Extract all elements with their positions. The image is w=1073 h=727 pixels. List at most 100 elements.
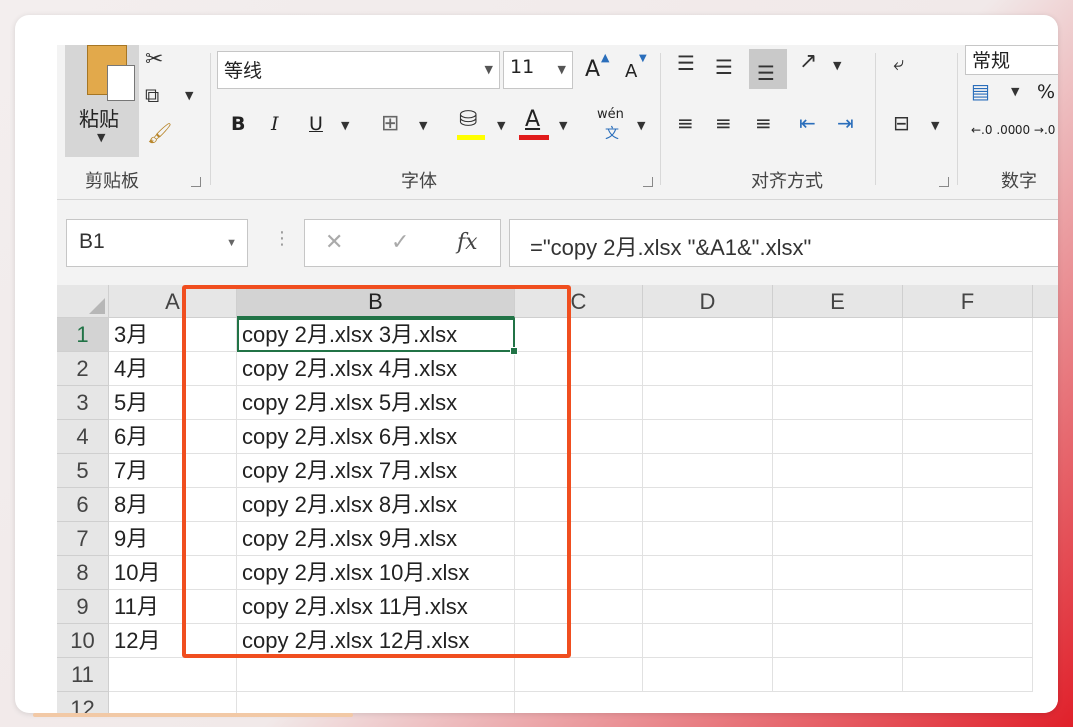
- merge-dropdown-icon[interactable]: ▼: [931, 119, 939, 132]
- align-top-icon[interactable]: ☰: [677, 51, 695, 75]
- cell[interactable]: [903, 556, 1033, 590]
- cell[interactable]: [643, 658, 773, 692]
- cell[interactable]: [515, 420, 643, 454]
- cell[interactable]: [643, 454, 773, 488]
- cell-b1[interactable]: copy 2月.xlsx 3月.xlsx: [237, 318, 515, 352]
- cell[interactable]: [773, 352, 903, 386]
- column-header-e[interactable]: E: [773, 285, 903, 318]
- number-format-combo[interactable]: 常规: [965, 45, 1058, 75]
- orientation-icon[interactable]: ↗: [799, 49, 817, 74]
- cell-a5[interactable]: 7月: [109, 454, 237, 488]
- cell[interactable]: [515, 590, 643, 624]
- italic-button[interactable]: I: [271, 113, 279, 135]
- cell[interactable]: [515, 658, 643, 692]
- cell[interactable]: [515, 556, 643, 590]
- align-right-icon[interactable]: ≡: [755, 111, 772, 135]
- cell[interactable]: [773, 522, 903, 556]
- cell[interactable]: [643, 488, 773, 522]
- row-header[interactable]: 9: [57, 590, 109, 624]
- decrease-decimal-button[interactable]: .00 →.0: [1011, 123, 1055, 137]
- bold-button[interactable]: B: [231, 113, 245, 135]
- font-color-button[interactable]: A: [525, 107, 540, 132]
- row-header[interactable]: 11: [57, 658, 109, 692]
- cell[interactable]: [773, 590, 903, 624]
- cell-b2[interactable]: copy 2月.xlsx 4月.xlsx: [237, 352, 515, 386]
- cell[interactable]: [903, 624, 1033, 658]
- cell[interactable]: [773, 386, 903, 420]
- phonetic-bottom-label[interactable]: 文: [605, 123, 619, 143]
- row-header[interactable]: 4: [57, 420, 109, 454]
- format-painter-icon[interactable]: 🖌: [147, 121, 172, 145]
- cell-a10[interactable]: 12月: [109, 624, 237, 658]
- column-header-b[interactable]: B: [237, 285, 515, 318]
- cell-a9[interactable]: 11月: [109, 590, 237, 624]
- copy-icon[interactable]: ⧉: [145, 83, 159, 107]
- font-name-combo[interactable]: 等线 ▼: [217, 51, 500, 89]
- cell-a12[interactable]: [109, 692, 237, 713]
- cell[interactable]: [903, 352, 1033, 386]
- cell[interactable]: [515, 624, 643, 658]
- cell-b9[interactable]: copy 2月.xlsx 11月.xlsx: [237, 590, 515, 624]
- align-middle-icon[interactable]: ☰: [715, 55, 733, 79]
- decrease-indent-icon[interactable]: ⇤: [799, 111, 816, 135]
- column-header-d[interactable]: D: [643, 285, 773, 318]
- cell[interactable]: [903, 590, 1033, 624]
- clipboard-launcher-icon[interactable]: [191, 177, 201, 187]
- column-header-c[interactable]: C: [515, 285, 643, 318]
- font-size-combo[interactable]: 11 ▼: [503, 51, 573, 89]
- row-header[interactable]: 12: [57, 692, 109, 713]
- align-left-icon[interactable]: ≡: [677, 111, 694, 135]
- row-header[interactable]: 5: [57, 454, 109, 488]
- underline-button[interactable]: U: [309, 113, 323, 135]
- grow-font-button[interactable]: A: [585, 57, 600, 82]
- cell[interactable]: [773, 318, 903, 352]
- column-header-g[interactable]: [1033, 285, 1058, 318]
- cell[interactable]: [515, 318, 643, 352]
- cell[interactable]: [515, 454, 643, 488]
- font-color-dropdown-icon[interactable]: ▼: [559, 119, 567, 132]
- merge-center-icon[interactable]: ⊟: [893, 111, 910, 135]
- cell[interactable]: [903, 318, 1033, 352]
- shrink-font-button[interactable]: A: [625, 61, 637, 82]
- enter-icon[interactable]: ✓: [391, 230, 409, 255]
- cell-b11[interactable]: [237, 658, 515, 692]
- cell-b10[interactable]: copy 2月.xlsx 12月.xlsx: [237, 624, 515, 658]
- row-header[interactable]: 2: [57, 352, 109, 386]
- cell[interactable]: [903, 386, 1033, 420]
- cell-a2[interactable]: 4月: [109, 352, 237, 386]
- cell[interactable]: [903, 522, 1033, 556]
- column-header-a[interactable]: A: [109, 285, 237, 318]
- cell[interactable]: [773, 556, 903, 590]
- row-header[interactable]: 3: [57, 386, 109, 420]
- cell[interactable]: [515, 352, 643, 386]
- copy-dropdown-icon[interactable]: ▼: [185, 89, 193, 102]
- cell-a1[interactable]: 3月: [109, 318, 237, 352]
- cell-b6[interactable]: copy 2月.xlsx 8月.xlsx: [237, 488, 515, 522]
- cell-a4[interactable]: 6月: [109, 420, 237, 454]
- cancel-icon[interactable]: ✕: [325, 230, 343, 255]
- align-center-icon[interactable]: ≡: [715, 111, 732, 135]
- increase-indent-icon[interactable]: ⇥: [837, 111, 854, 135]
- cell-a7[interactable]: 9月: [109, 522, 237, 556]
- cell[interactable]: [643, 556, 773, 590]
- alignment-launcher-icon[interactable]: [939, 177, 949, 187]
- cell[interactable]: [643, 318, 773, 352]
- select-all-button[interactable]: [57, 285, 109, 318]
- cell-a11[interactable]: [109, 658, 237, 692]
- row-header[interactable]: 7: [57, 522, 109, 556]
- cell-b3[interactable]: copy 2月.xlsx 5月.xlsx: [237, 386, 515, 420]
- formula-input[interactable]: ="copy 2月.xlsx "&A1&".xlsx": [509, 219, 1058, 267]
- paste-dropdown-icon[interactable]: ▼: [97, 131, 105, 144]
- chevron-down-icon[interactable]: ▼: [226, 237, 237, 249]
- insert-function-icon[interactable]: fx: [457, 230, 478, 255]
- accounting-dropdown-icon[interactable]: ▼: [1011, 85, 1019, 98]
- accounting-format-icon[interactable]: ▤: [971, 79, 990, 103]
- column-header-f[interactable]: F: [903, 285, 1033, 318]
- row-header[interactable]: 1: [57, 318, 109, 352]
- cell[interactable]: [643, 590, 773, 624]
- cell[interactable]: [773, 658, 903, 692]
- row-header[interactable]: 8: [57, 556, 109, 590]
- cell[interactable]: [643, 420, 773, 454]
- cell-b8[interactable]: copy 2月.xlsx 10月.xlsx: [237, 556, 515, 590]
- cell[interactable]: [903, 454, 1033, 488]
